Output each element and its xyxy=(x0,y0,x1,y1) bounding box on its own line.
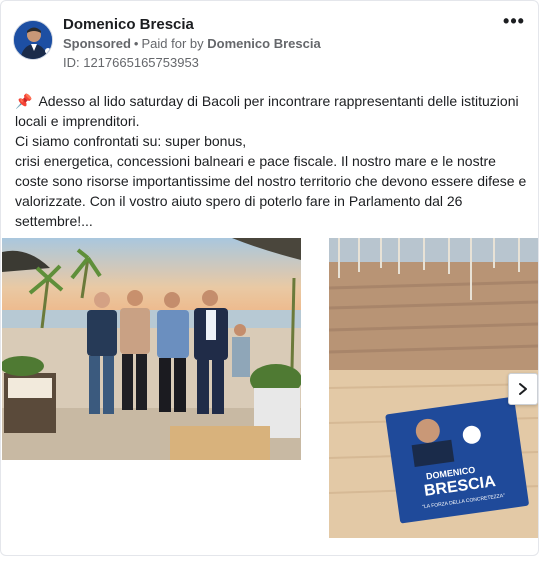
sponsored-line: Sponsored • Paid for by Domenico Brescia xyxy=(63,36,321,51)
pin-icon: 📌 xyxy=(15,93,33,109)
post-header: Domenico Brescia Sponsored • Paid for by D… xyxy=(13,15,526,71)
image-carousel: DOMENICO BRESCIA "LA FORZA DELLA CONCRET… xyxy=(1,238,538,538)
carousel-image-group-photo[interactable] xyxy=(2,238,301,460)
sponsored-label: Sponsored xyxy=(63,36,131,51)
carousel-next-button[interactable] xyxy=(508,373,538,405)
meta-separator: • xyxy=(133,36,139,51)
post-text: 📌 Adesso al lido saturday di Bacoli per i… xyxy=(15,91,527,231)
more-options-icon[interactable]: ••• xyxy=(500,11,528,31)
paid-for-prefix: Paid for by xyxy=(141,36,204,51)
author-name[interactable]: Domenico Brescia xyxy=(63,16,194,33)
ad-id: ID: 1217665165753953 xyxy=(63,55,199,70)
avatar[interactable] xyxy=(13,20,53,60)
ad-card: Domenico Brescia Sponsored • Paid for by D… xyxy=(0,0,539,556)
chevron-right-icon xyxy=(519,383,527,395)
post-body: Adesso al lido saturday di Bacoli per in… xyxy=(15,93,527,229)
paid-for-by-name[interactable]: Domenico Brescia xyxy=(207,36,320,51)
